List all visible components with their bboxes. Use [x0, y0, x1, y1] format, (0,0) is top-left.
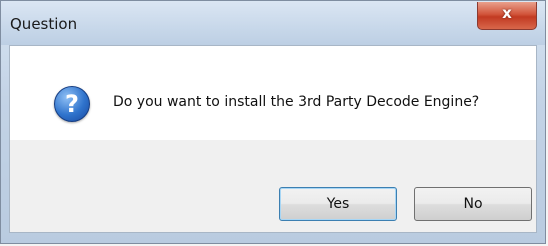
- message-area: ? Do you want to install the 3rd Party D…: [10, 46, 536, 140]
- title-bar[interactable]: Question x: [1, 1, 545, 45]
- yes-button[interactable]: Yes: [279, 187, 397, 221]
- no-button[interactable]: No: [414, 187, 532, 221]
- button-area: Yes No: [10, 140, 536, 232]
- close-button[interactable]: x: [477, 2, 537, 30]
- question-icon: ?: [54, 86, 90, 122]
- dialog-message: Do you want to install the 3rd Party Dec…: [113, 94, 480, 110]
- question-dialog: Question x ? Do you want to install the …: [0, 0, 546, 244]
- dialog-body: ? Do you want to install the 3rd Party D…: [9, 45, 537, 233]
- close-icon: x: [502, 4, 512, 22]
- dialog-title: Question: [10, 15, 78, 33]
